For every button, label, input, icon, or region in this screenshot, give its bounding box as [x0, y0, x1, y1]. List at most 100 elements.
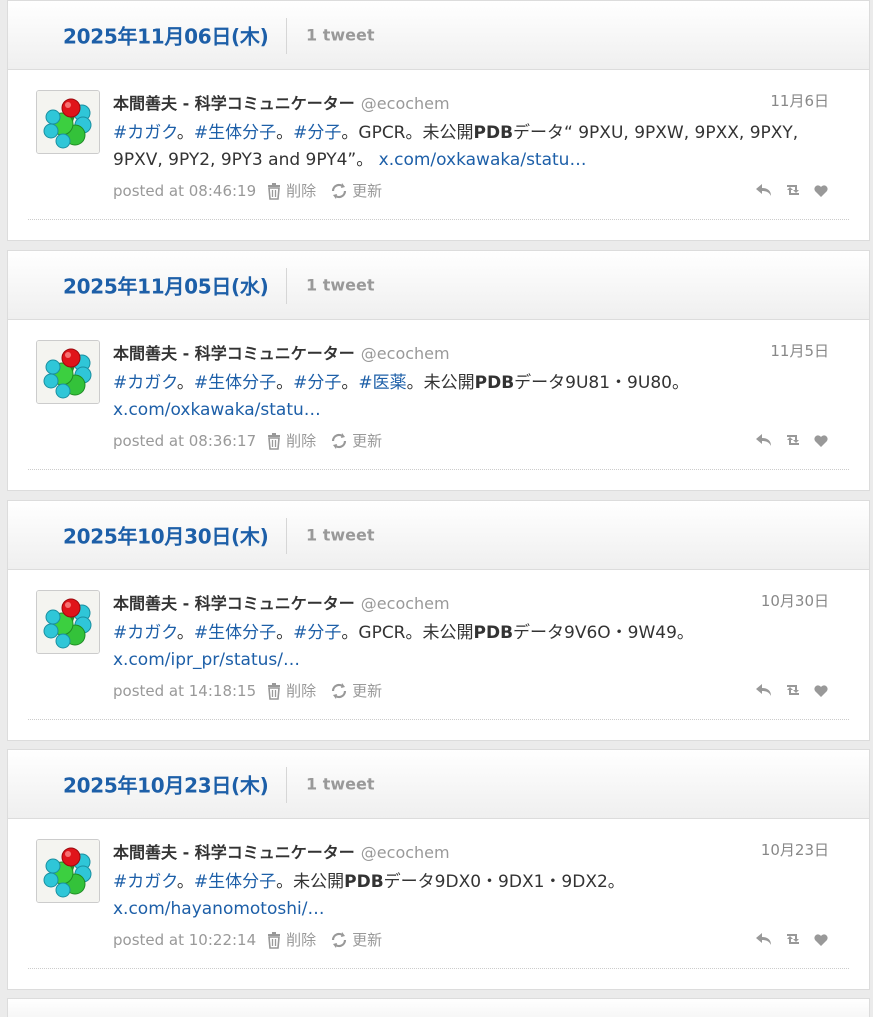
molecule-avatar-icon — [37, 91, 99, 153]
day-date-link[interactable]: 2025年11月06日(木) — [63, 21, 269, 50]
header-divider — [286, 518, 287, 554]
tweet-text-segment: 。 — [276, 373, 294, 393]
molecule-avatar-icon — [37, 341, 99, 403]
tweet-text-segment: 。 — [176, 373, 194, 393]
tweet-text-segment: データ9DX0・9DX1・9DX2。 — [383, 872, 625, 892]
author-handle[interactable]: @ecochem — [361, 344, 450, 363]
refresh-icon[interactable] — [330, 182, 348, 200]
tweet-date[interactable]: 10月30日 — [761, 590, 829, 611]
retweet-icon[interactable] — [783, 432, 803, 448]
tweet-meta: posted at 08:46:19 削除 更新 — [113, 180, 382, 201]
heart-icon[interactable] — [813, 433, 829, 448]
tweet-text-bold: PDB — [473, 623, 514, 643]
heart-icon[interactable] — [813, 932, 829, 947]
retweet-icon[interactable] — [783, 931, 803, 947]
tweet-text: #カガク。#生体分子。#分子。GPCR。未公開PDBデータ9V6O・9W49。 … — [113, 620, 833, 674]
author-handle[interactable]: @ecochem — [361, 843, 450, 862]
tweet-actions — [755, 182, 829, 198]
reply-icon[interactable] — [755, 682, 773, 698]
trash-icon[interactable] — [266, 182, 282, 200]
tweet-actions — [755, 682, 829, 698]
hashtag-link[interactable]: #生体分子 — [194, 123, 276, 143]
refresh-icon[interactable] — [330, 432, 348, 450]
day-header: 2025年10月23日(木) 1 tweet — [8, 750, 869, 819]
tweet-item: 本間善夫 - 科学コミュニケーター @ecochem 10月23日 #カガク。#生… — [8, 819, 869, 989]
tweet-text-segment: 。GPCR。未公開 — [341, 123, 474, 143]
hashtag-link[interactable]: #生体分子 — [194, 623, 276, 643]
tweet-url-link[interactable]: x.com/oxkawaka/statu… — [379, 150, 587, 170]
day-section-partial — [7, 998, 870, 1017]
tweet-divider — [28, 469, 849, 470]
retweet-icon[interactable] — [783, 182, 803, 198]
author-name[interactable]: 本間善夫 - 科学コミュニケーター — [113, 843, 355, 862]
trash-icon[interactable] — [266, 931, 282, 949]
avatar[interactable] — [36, 340, 100, 404]
tweet-url-link[interactable]: x.com/hayanomotoshi/… — [113, 899, 324, 919]
day-date-link[interactable]: 2025年10月23日(木) — [63, 770, 269, 799]
day-date-link[interactable]: 2025年11月05日(水) — [63, 271, 269, 300]
tweet-text-segment: 。未公開 — [276, 872, 345, 892]
heart-icon[interactable] — [813, 183, 829, 198]
trash-icon[interactable] — [266, 432, 282, 450]
refresh-icon[interactable] — [330, 682, 348, 700]
tweet-text-segment: 。GPCR。未公開 — [341, 623, 474, 643]
tweet-date[interactable]: 11月5日 — [770, 340, 829, 361]
update-button[interactable]: 更新 — [352, 180, 382, 201]
update-button[interactable]: 更新 — [352, 680, 382, 701]
hashtag-link[interactable]: #カガク — [113, 123, 177, 143]
tweet-divider — [28, 219, 849, 220]
hashtag-link[interactable]: #カガク — [113, 872, 177, 892]
reply-icon[interactable] — [755, 432, 773, 448]
tweet-count: 1 tweet — [306, 275, 375, 295]
tweet-meta: posted at 14:18:15 削除 更新 — [113, 680, 382, 701]
author-name[interactable]: 本間善夫 - 科学コミュニケーター — [113, 594, 355, 613]
header-divider — [286, 268, 287, 304]
update-button[interactable]: 更新 — [352, 929, 382, 950]
avatar[interactable] — [36, 90, 100, 154]
hashtag-link[interactable]: #分子 — [293, 123, 341, 143]
trash-icon[interactable] — [266, 682, 282, 700]
delete-button[interactable]: 削除 — [286, 430, 316, 451]
tweet-date[interactable]: 10月23日 — [761, 839, 829, 860]
day-section: 2025年10月23日(木) 1 tweet 本間善夫 - 科学コミュニケーター… — [7, 749, 870, 990]
delete-button[interactable]: 削除 — [286, 929, 316, 950]
tweet-archive: 2025年11月06日(木) 1 tweet 本間善夫 - 科学コミュニケーター… — [0, 0, 873, 1017]
day-section: 2025年10月30日(木) 1 tweet 本間善夫 - 科学コミュニケーター… — [7, 500, 870, 741]
reply-icon[interactable] — [755, 182, 773, 198]
refresh-icon[interactable] — [330, 931, 348, 949]
update-button[interactable]: 更新 — [352, 430, 382, 451]
heart-icon[interactable] — [813, 683, 829, 698]
header-divider — [286, 18, 287, 54]
hashtag-link[interactable]: #生体分子 — [194, 872, 276, 892]
hashtag-link[interactable]: #カガク — [113, 623, 177, 643]
tweet-text-segment: 。 — [341, 373, 359, 393]
tweet-url-link[interactable]: x.com/ipr_pr/status/… — [113, 650, 300, 670]
tweet-count: 1 tweet — [306, 525, 375, 545]
author-name[interactable]: 本間善夫 - 科学コミュニケーター — [113, 344, 355, 363]
delete-button[interactable]: 削除 — [286, 680, 316, 701]
tweet-text-segment: 。 — [276, 123, 294, 143]
reply-icon[interactable] — [755, 931, 773, 947]
hashtag-link[interactable]: #医薬 — [358, 373, 406, 393]
author-name[interactable]: 本間善夫 - 科学コミュニケーター — [113, 94, 355, 113]
day-date-link[interactable]: 2025年10月30日(木) — [63, 521, 269, 550]
tweet-date[interactable]: 11月6日 — [770, 90, 829, 111]
retweet-icon[interactable] — [783, 682, 803, 698]
hashtag-link[interactable]: #分子 — [293, 373, 341, 393]
author-handle[interactable]: @ecochem — [361, 594, 450, 613]
author-handle[interactable]: @ecochem — [361, 94, 450, 113]
tweet-author: 本間善夫 - 科学コミュニケーター @ecochem — [113, 590, 450, 614]
delete-button[interactable]: 削除 — [286, 180, 316, 201]
hashtag-link[interactable]: #カガク — [113, 373, 177, 393]
tweet-divider — [28, 968, 849, 969]
molecule-avatar-icon — [37, 840, 99, 902]
tweet-item: 本間善夫 - 科学コミュニケーター @ecochem 11月6日 #カガク 。#生体… — [8, 70, 869, 240]
posted-time: posted at 14:18:15 — [113, 681, 257, 700]
hashtag-link[interactable]: #生体分子 — [194, 373, 276, 393]
tweet-author: 本間善夫 - 科学コミュニケーター @ecochem — [113, 90, 450, 114]
avatar[interactable] — [36, 839, 100, 903]
posted-time: posted at 08:46:19 — [113, 181, 257, 200]
hashtag-link[interactable]: #分子 — [293, 623, 341, 643]
avatar[interactable] — [36, 590, 100, 654]
tweet-url-link[interactable]: x.com/oxkawaka/statu… — [113, 400, 321, 420]
